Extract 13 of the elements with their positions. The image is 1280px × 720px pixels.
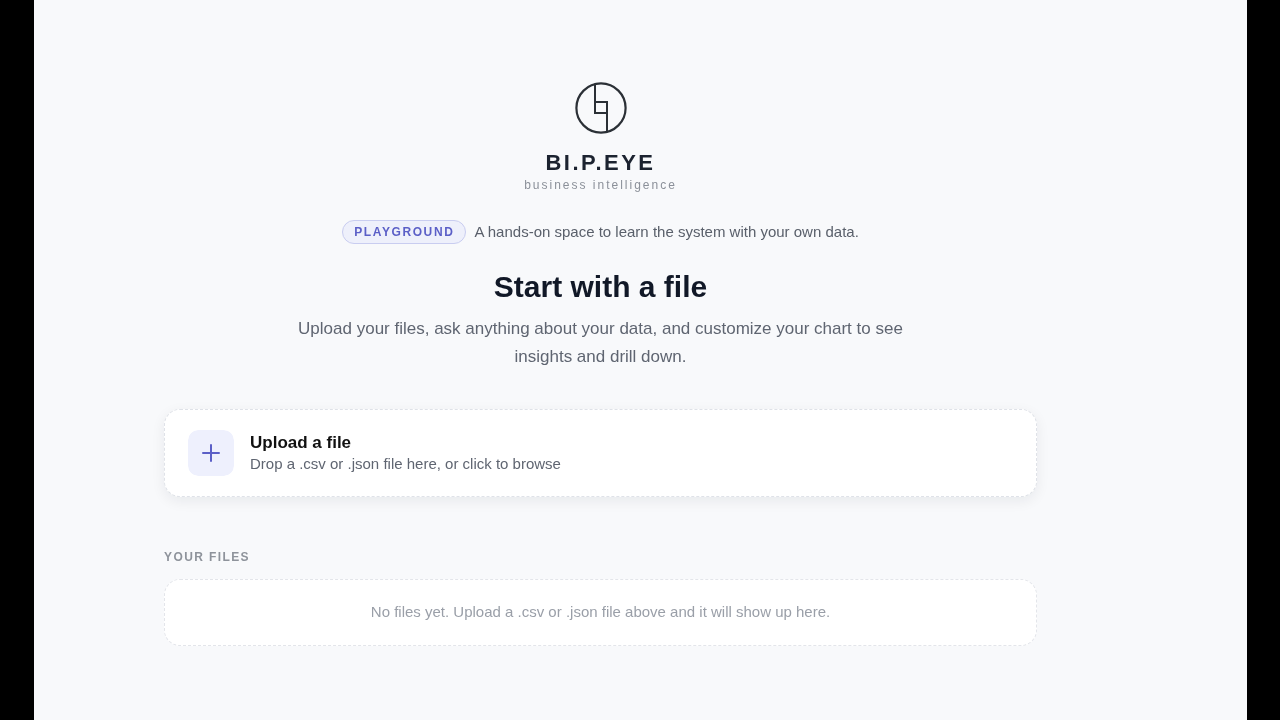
brand-name: BI.P.EYE (545, 150, 656, 176)
upload-file-button[interactable]: Upload a file Drop a .csv or .json file here, or click to browse (164, 409, 1037, 497)
section-label: YOUR FILES (164, 550, 250, 564)
logo-icon (574, 82, 627, 134)
upload-hint: Drop a .csv or .json file here, or click to browse (250, 454, 561, 474)
empty-files-message: No files yet. Upload a .csv or .json file above and it will show up here. (370, 602, 831, 623)
upload-title: Upload a file (250, 432, 353, 454)
page-subtitle: Upload your files, ask anything about your data, and customize your chart to see insights and drill down. (297, 318, 904, 368)
plus-icon (188, 430, 234, 476)
page-heading: Start with a file (493, 269, 708, 305)
intro-text: A hands-on space to learn the system with your own data. (474, 221, 859, 242)
brand-tagline: business intelligence (524, 178, 677, 192)
playground-badge: PLAYGROUND (342, 220, 467, 244)
